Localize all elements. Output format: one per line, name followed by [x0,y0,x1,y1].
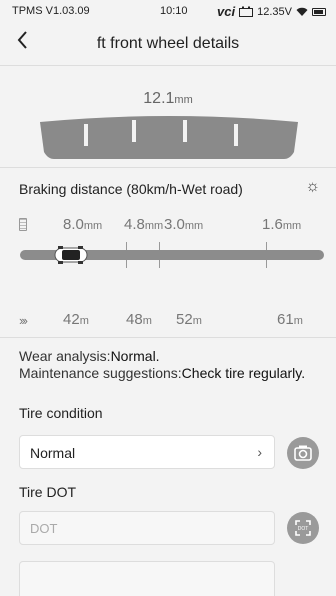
distance-value: 61m [277,311,303,328]
distance-number: 48 [126,311,143,328]
camera-button[interactable] [287,437,319,469]
header: ft front wheel details [0,22,336,66]
page-title: ft front wheel details [96,35,240,52]
braking-distance-title: Braking distance (80km/h-Wet road) [19,181,243,197]
wear-analysis-line: Wear analysis:Normal. [19,348,319,365]
depth-value: 3.0mm [164,216,203,233]
maintenance-suggestion-value: Check tire regularly. [181,365,306,381]
tick-mark [159,260,160,268]
car-icon[interactable] [54,245,88,265]
tire-dot-input[interactable] [19,511,275,545]
depth-unit: mm [282,220,302,232]
tire-condition-value: Normal [30,445,76,461]
tick-mark [266,242,267,250]
battery-icon [312,7,326,16]
distance-value: 48m [126,311,152,328]
distance-unit: m [142,315,152,327]
wifi-icon [296,7,308,16]
maintenance-suggestion-line: Maintenance suggestions:Check tire regul… [19,365,319,382]
distance-unit: m [293,315,303,327]
scan-icon-text: DOT [298,526,309,532]
wear-analysis-value: Normal. [110,348,160,364]
battery-car-icon [239,6,254,17]
depth-number: 1.6 [262,216,283,233]
tire-condition-select[interactable]: Normal › [19,435,275,469]
depth-unit: mm [83,220,103,232]
tick-mark [126,260,127,268]
depth-value: 8.0mm [63,216,102,233]
wear-analysis-label: Wear analysis: [19,348,111,364]
depth-unit: mm [144,220,164,232]
tread-depth-value: 12.1mm [0,90,336,108]
sun-icon[interactable]: ☼ [305,178,320,196]
tick-mark [126,242,127,250]
distance-value: 42m [63,311,89,328]
chevron-right-icon: › [257,444,262,460]
voltage-readout: 12.35V [257,5,292,18]
depth-unit: mm [184,220,204,232]
status-bar: TPMS V1.03.09 10:10 vci 12.35V [0,0,336,22]
status-icons: vci 12.35V [217,4,326,19]
next-field[interactable] [19,561,275,596]
vci-icon: vci [217,4,236,19]
depth-value: 1.6mm [262,216,301,233]
maintenance-suggestion-label: Maintenance suggestions: [19,365,182,381]
distance-arrows-icon: ››› [19,313,28,328]
tick-mark [159,242,160,250]
depth-value: 4.8mm [124,216,163,233]
braking-distance-section: Braking distance (80km/h-Wet road) ☼ 8.0… [0,168,336,338]
dot-scan-button[interactable]: DOT [287,512,319,544]
distance-unit: m [79,315,89,327]
depth-number: 4.8 [124,216,145,233]
tick-mark [266,260,267,268]
tread-depth-unit: mm [174,94,193,106]
tread-depth-section: 12.1mm [0,66,336,168]
distance-number: 42 [63,311,80,328]
tire-dot-label: Tire DOT [19,484,77,500]
tread-profile-graphic [40,116,298,159]
distance-unit: m [192,315,202,327]
wear-analysis: Wear analysis:Normal. Maintenance sugges… [19,348,319,382]
app-version: TPMS V1.03.09 [12,5,90,17]
tire-condition-label: Tire condition [19,405,103,421]
scan-icon: DOT [295,520,311,536]
distance-value: 52m [176,311,202,328]
tread-gauge-icon [19,218,27,231]
clock: 10:10 [160,5,188,17]
distance-number: 52 [176,311,193,328]
tread-depth-number: 12.1 [143,90,175,107]
camera-icon [294,445,312,461]
depth-number: 3.0 [164,216,185,233]
depth-number: 8.0 [63,216,84,233]
distance-number: 61 [277,311,294,328]
